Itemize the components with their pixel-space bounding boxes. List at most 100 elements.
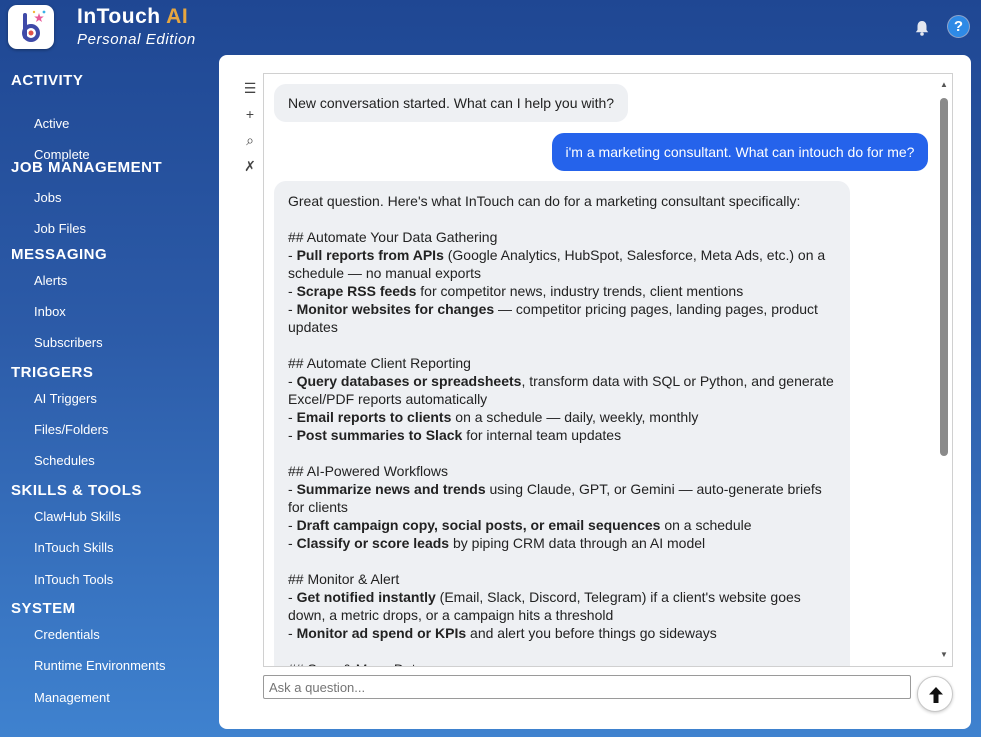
sidebar-item-subscribers[interactable]: Subscribers (34, 335, 103, 350)
sidebar-section-messaging: MESSAGING (11, 246, 108, 263)
sidebar-item-files-folders[interactable]: Files/Folders (34, 422, 108, 437)
message-text: - (288, 589, 297, 605)
assistant-message: Great question. Here's what InTouch can … (274, 181, 850, 666)
message-text: ## AI-Powered Workflows (288, 463, 449, 479)
message-text: - (288, 517, 297, 533)
message-line: down, a metric drops, or a campaign hits… (288, 606, 836, 624)
sidebar-section-activity: ACTIVITY (11, 72, 84, 89)
message-bold-text: Email reports to clients (296, 409, 452, 425)
sidebar-item-schedules[interactable]: Schedules (34, 453, 95, 468)
message-bold-text: Monitor ad spend or KPIs (296, 625, 467, 641)
scroll-down-arrow-icon[interactable]: ▼ (938, 650, 950, 660)
brand: InTouch AI Personal Edition (77, 5, 196, 50)
message-text: for clients (288, 499, 348, 515)
message-bold-text: Scrape RSS feeds (296, 283, 417, 299)
message-bold-text: Summarize news and trends (296, 481, 486, 497)
sidebar-item-job-files[interactable]: Job Files (34, 221, 86, 236)
message-line: - Scrape RSS feeds for competitor news, … (288, 282, 836, 300)
clear-icon[interactable]: ✗ (238, 155, 262, 177)
help-icon[interactable]: ? (948, 16, 969, 37)
message-line: ## Automate Client Reporting (288, 354, 836, 372)
message-text: (Email, Slack, Discord, Telegram) if a c… (435, 589, 801, 605)
message-text: ## Monitor & Alert (288, 571, 400, 587)
menu-icon[interactable]: ☰ (238, 77, 262, 99)
sidebar-section-skills-tools: SKILLS & TOOLS (11, 482, 142, 499)
message-text: - (288, 409, 297, 425)
sidebar-item-active[interactable]: Active (34, 116, 69, 131)
message-text: - (288, 373, 297, 389)
sidebar-item-alerts[interactable]: Alerts (34, 273, 67, 288)
message-line: - Get notified instantly (Email, Slack, … (288, 588, 836, 606)
search-icon[interactable]: ⌕ (238, 129, 262, 151)
message-line: updates (288, 318, 836, 336)
app-logo[interactable] (8, 5, 54, 49)
message-line: - Query databases or spreadsheets, trans… (288, 372, 836, 390)
message-text: ## Automate Your Data Gathering (288, 229, 498, 245)
chat-scrollbar[interactable]: ▲ ▼ (938, 80, 950, 660)
sidebar-item-ai-triggers[interactable]: AI Triggers (34, 391, 97, 406)
message-line: ## Automate Your Data Gathering (288, 228, 836, 246)
sidebar-item-intouch-tools[interactable]: InTouch Tools (34, 572, 113, 587)
scroll-thumb[interactable] (940, 98, 948, 456)
message-text: - (288, 283, 297, 299)
message-text: on a schedule — daily, weekly, monthly (451, 409, 699, 425)
sidebar-item-credentials[interactable]: Credentials (34, 627, 100, 642)
system-message: New conversation started. What can I hel… (274, 84, 629, 122)
arrow-up-icon (929, 687, 943, 703)
message-bold-text: Classify or score leads (296, 535, 450, 551)
message-text: ## Sync & Move Data (288, 661, 423, 666)
message-text: for internal team updates (462, 427, 622, 443)
message-line: Great question. Here's what InTouch can … (288, 192, 836, 210)
message-line: - Post summaries to Slack for internal t… (288, 426, 836, 444)
message-text: - (288, 481, 297, 497)
sidebar-item-inbox[interactable]: Inbox (34, 304, 66, 319)
message-bold-text: Pull reports from APIs (296, 247, 444, 263)
send-button[interactable] (917, 676, 953, 712)
message-text: updates (288, 319, 338, 335)
message-text: schedule — no manual exports (288, 265, 481, 281)
message-line (288, 444, 836, 462)
message-line: - Classify or score leads by piping CRM … (288, 534, 836, 552)
app-title-ai: AI (166, 5, 189, 28)
sidebar-item-management[interactable]: Management (34, 690, 110, 705)
message-text: - (288, 535, 297, 551)
message-bold-text: Query databases or spreadsheets (296, 373, 522, 389)
message-text: Excel/PDF reports automatically (288, 391, 488, 407)
user-message: i'm a marketing consultant. What can int… (552, 133, 928, 171)
message-text: - (288, 625, 297, 641)
message-line (288, 336, 836, 354)
message-line: - Email reports to clients on a schedule… (288, 408, 836, 426)
app-title: InTouch AI (77, 5, 189, 28)
sidebar-section-system: SYSTEM (11, 600, 76, 617)
message-text: — competitor pricing pages, landing page… (494, 301, 818, 317)
message-text: down, a metric drops, or a campaign hits… (288, 607, 614, 623)
plus-icon[interactable]: + (238, 103, 262, 125)
sidebar-section-triggers: TRIGGERS (11, 364, 94, 381)
message-bold-text: Monitor websites for changes (296, 301, 495, 317)
message-line: Excel/PDF reports automatically (288, 390, 836, 408)
scroll-up-arrow-icon[interactable]: ▲ (938, 80, 950, 90)
message-line: - Summarize news and trends using Claude… (288, 480, 836, 498)
ask-input[interactable] (263, 675, 911, 699)
message-text: , transform data with SQL or Python, and… (521, 373, 834, 389)
message-text: Great question. Here's what InTouch can … (288, 193, 801, 209)
message-text: - (288, 301, 297, 317)
message-text: on a schedule (660, 517, 752, 533)
sidebar-item-jobs[interactable]: Jobs (34, 190, 61, 205)
message-bold-text: Draft campaign copy, social posts, or em… (296, 517, 661, 533)
chat-panel: ☰ + ⌕ ✗ New conversation started. What can … (219, 55, 971, 729)
message-line: - Monitor ad spend or KPIs and alert you… (288, 624, 836, 642)
sidebar-item-runtime-environments[interactable]: Runtime Environments (34, 658, 166, 673)
chat-history[interactable]: New conversation started. What can I hel… (263, 73, 953, 667)
message-bold-text: Get notified instantly (296, 589, 436, 605)
message-text: - (288, 427, 297, 443)
message-text: and alert you before things go sideways (466, 625, 717, 641)
sidebar-item-clawhub-skills[interactable]: ClawHub Skills (34, 509, 121, 524)
sidebar-item-intouch-skills[interactable]: InTouch Skills (34, 540, 113, 555)
bell-icon[interactable] (912, 18, 932, 38)
message-text: for competitor news, industry trends, cl… (416, 283, 744, 299)
sidebar-section-job-management: JOB MANAGEMENT (11, 159, 163, 176)
message-line (288, 210, 836, 228)
message-text: (Google Analytics, HubSpot, Salesforce, … (443, 247, 826, 263)
message-line (288, 642, 836, 660)
